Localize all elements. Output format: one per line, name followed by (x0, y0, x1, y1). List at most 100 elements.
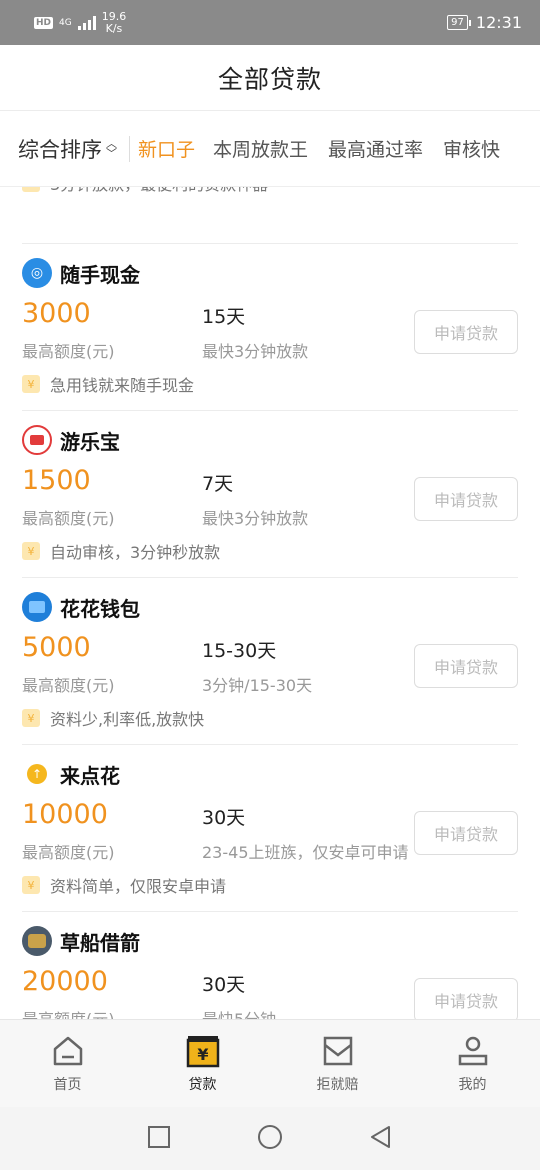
app-logo-icon: ◎ (22, 258, 52, 288)
apply-loan-button[interactable]: 申请贷款 (414, 644, 518, 688)
tab-fast-review[interactable]: 审核快 (443, 135, 500, 162)
tabbar-compensation[interactable]: 拒就赔 (270, 1020, 405, 1107)
signal-icon (77, 15, 96, 30)
amount-label: 最高额度(元) (22, 843, 115, 862)
item-speed: 最快3分钟放款 (202, 509, 309, 528)
apply-loan-button[interactable]: 申请贷款 (414, 978, 518, 1019)
item-term: 15天 (202, 306, 246, 328)
list-item[interactable]: 游乐宝 1500 最高额度(元) 7天 最快3分钟放款 申请贷款 ¥ 自动审核，… (22, 410, 518, 577)
status-bar: HD 4G 19.6 K/s 97 12:31 (0, 0, 540, 45)
item-speed: 3分钟/15-30天 (202, 676, 313, 695)
item-tip: ¥ 资料少,利率低,放款快 (22, 706, 204, 730)
home-nav-icon[interactable] (257, 1124, 283, 1154)
app-logo-icon (22, 926, 52, 956)
item-tip: ¥ 资料简单，仅限安卓申请 (22, 873, 226, 897)
tabbar-loan[interactable]: ¥ 贷款 (135, 1020, 270, 1107)
item-amount: 1500 (22, 465, 91, 496)
loan-list[interactable]: ¥ 3分钟放款，最便利的贷款神器 ◎ 随手现金 3000 最高额度(元) 15天… (0, 187, 540, 1019)
home-icon (51, 1034, 85, 1068)
item-term: 15-30天 (202, 640, 277, 662)
hd-badge: HD (34, 16, 54, 29)
network-type: 4G (59, 17, 72, 28)
yen-icon: ¥ (22, 876, 40, 894)
item-name: 游乐宝 (60, 429, 120, 454)
tip-text: 自动审核，3分钟秒放款 (50, 543, 221, 562)
item-speed: 23-45上班族，仅安卓可申请 (202, 843, 409, 862)
status-right: 97 12:31 (447, 13, 522, 32)
item-name: 随手现金 (60, 262, 140, 287)
filter-divider (129, 135, 130, 162)
amount-label: 最高额度(元) (22, 509, 115, 528)
page-title: 全部贷款 (217, 64, 322, 94)
item-tip: ¥ 自动审核，3分钟秒放款 (22, 539, 220, 563)
tabbar-mine[interactable]: 我的 (405, 1020, 540, 1107)
clock: 12:31 (475, 13, 522, 32)
recents-icon[interactable] (147, 1125, 171, 1153)
item-amount: 10000 (22, 799, 108, 830)
item-term: 30天 (202, 807, 246, 829)
tip-text: 资料少,利率低,放款快 (50, 710, 205, 729)
speed-unit: K/s (105, 21, 123, 35)
apply-loan-button[interactable]: 申请贷款 (414, 811, 518, 855)
apply-loan-button[interactable]: 申请贷款 (414, 310, 518, 354)
amount-label: 最高额度(元) (22, 1006, 115, 1019)
item-speed: 最快5分钟 (202, 1006, 276, 1019)
list-item[interactable]: ↑ 来点花 10000 最高额度(元) 30天 23-45上班族，仅安卓可申请 … (22, 744, 518, 911)
item-term: 7天 (202, 473, 234, 495)
tab-highest-pass-rate[interactable]: 最高通过率 (328, 135, 423, 162)
item-header: ↑ 来点花 (22, 759, 120, 789)
sort-label: 综合排序 (18, 137, 102, 162)
item-name: 来点花 (60, 763, 120, 788)
item-name: 花花钱包 (60, 596, 140, 621)
app-logo-icon (22, 425, 52, 455)
item-term: 30天 (202, 974, 246, 996)
item-tip: ¥ 急用钱就来随手现金 (22, 372, 194, 396)
item-amount: 20000 (22, 966, 108, 997)
sort-dropdown[interactable]: 综合排序 ︿ ﹀ (18, 134, 117, 164)
item-amount: 5000 (22, 632, 91, 663)
tip-text: 急用钱就来随手现金 (50, 376, 195, 395)
yen-icon: ¥ (22, 542, 40, 560)
battery-icon: 97 (447, 15, 471, 30)
page-header: 全部贷款 (0, 45, 540, 111)
user-icon (456, 1034, 490, 1068)
list-item[interactable]: ◎ 随手现金 3000 最高额度(元) 15天 最快3分钟放款 申请贷款 ¥ 急… (22, 243, 518, 410)
item-header: 花花钱包 (22, 592, 140, 622)
network-speed: 19.6 K/s (102, 10, 127, 35)
amount-label: 最高额度(元) (22, 342, 115, 361)
item-speed: 最快3分钟放款 (202, 342, 309, 361)
back-icon[interactable] (369, 1125, 393, 1153)
list-item-partial[interactable]: ¥ 3分钟放款，最便利的贷款神器 (22, 187, 518, 210)
status-left: HD 4G 19.6 K/s (34, 10, 127, 35)
item-header: 草船借箭 (22, 926, 140, 956)
tabbar-label: 拒就赔 (316, 1077, 359, 1093)
item-name: 草船借箭 (60, 930, 140, 955)
app-logo-icon (22, 592, 52, 622)
app-logo-icon: ↑ (22, 759, 52, 789)
yen-icon: ¥ (22, 709, 40, 727)
tabbar-label: 首页 (53, 1077, 82, 1093)
item-header: ◎ 随手现金 (22, 258, 140, 288)
amount-label: 最高额度(元) (22, 676, 115, 695)
tab-new[interactable]: 新口子 (138, 135, 195, 162)
tip-text: 3分钟放款，最便利的贷款神器 (50, 187, 268, 195)
tabbar-label: 贷款 (188, 1077, 217, 1093)
wallet-icon: ¥ (186, 1034, 220, 1068)
bottom-tabbar: 首页 ¥ 贷款 拒就赔 我的 (0, 1019, 540, 1107)
yen-icon: ¥ (22, 375, 40, 393)
item-amount: 3000 (22, 298, 91, 329)
list-item[interactable]: 草船借箭 20000 最高额度(元) 30天 最快5分钟 申请贷款 (22, 911, 518, 1019)
system-navbar (0, 1107, 540, 1170)
tabbar-home[interactable]: 首页 (0, 1020, 135, 1107)
list-item[interactable]: 花花钱包 5000 最高额度(元) 15-30天 3分钟/15-30天 申请贷款… (22, 577, 518, 744)
item-header: 游乐宝 (22, 425, 120, 455)
item-tip: ¥ 3分钟放款，最便利的贷款神器 (22, 187, 268, 195)
apply-loan-button[interactable]: 申请贷款 (414, 477, 518, 521)
sort-arrows-icon: ︿ ﹀ (106, 136, 117, 160)
tab-weekly-king[interactable]: 本周放款王 (213, 135, 308, 162)
tabbar-label: 我的 (458, 1077, 487, 1093)
svg-text:¥: ¥ (197, 1045, 208, 1064)
filter-bar: 综合排序 ︿ ﹀ 新口子 本周放款王 最高通过率 审核快 (0, 111, 540, 187)
envelope-icon (321, 1034, 355, 1068)
tip-text: 资料简单，仅限安卓申请 (50, 877, 227, 896)
